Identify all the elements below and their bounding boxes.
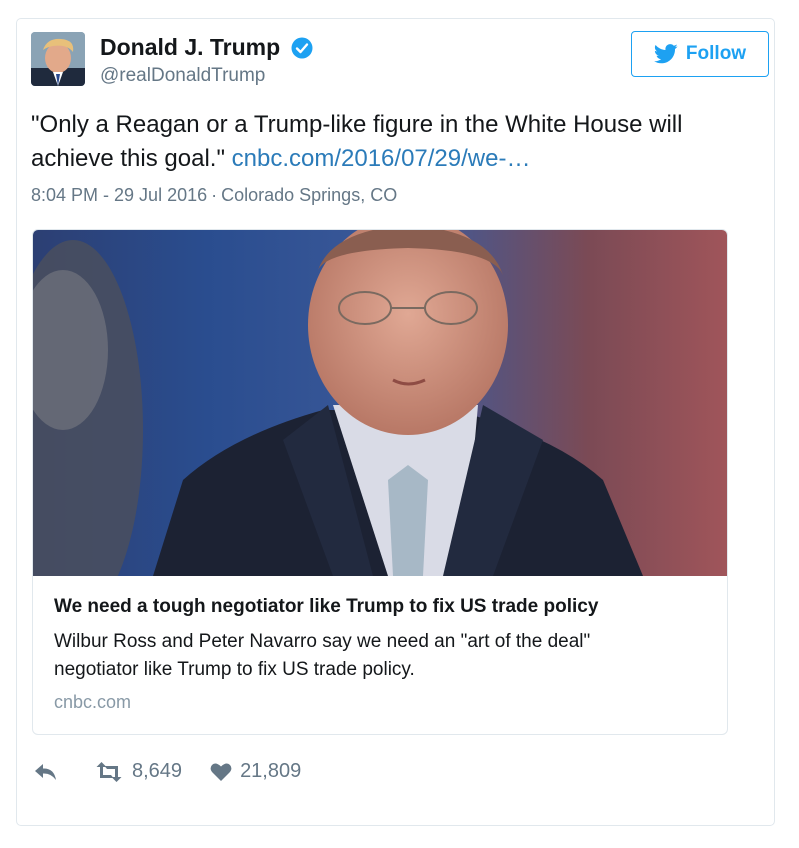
tweet-meta: 8:04 PM - 29 Jul 2016 · Colorado Springs, … <box>31 185 397 206</box>
card-domain: cnbc.com <box>54 692 132 712</box>
retweet-button[interactable]: 8,649 <box>94 760 182 783</box>
author-handle[interactable]: @realDonaldTrump <box>100 65 313 87</box>
heart-icon <box>210 763 232 781</box>
author-block: Donald J. Trump @realDonaldTrump <box>100 34 313 87</box>
tweet-timestamp[interactable]: 8:04 PM - 29 Jul 2016 <box>31 185 207 205</box>
card-image[interactable] <box>33 230 727 576</box>
like-button[interactable]: 21,809 <box>210 760 301 783</box>
card-description: Wilbur Ross and Peter Navarro say we nee… <box>54 628 714 684</box>
author-name[interactable]: Donald J. Trump <box>100 34 280 61</box>
tweet-location[interactable]: Colorado Springs, CO <box>221 185 397 205</box>
follow-label: Follow <box>685 43 747 64</box>
tweet-link[interactable]: cnbc.com/2016/07/29/we-… <box>232 145 531 172</box>
card-body: We need a tough negotiator like Trump to… <box>54 596 714 713</box>
avatar[interactable] <box>31 32 85 86</box>
reply-button[interactable] <box>34 762 66 782</box>
card-description-line1: Wilbur Ross and Peter Navarro say we nee… <box>54 631 591 652</box>
verified-badge-icon <box>291 37 313 59</box>
tweet-text-line1: "Only a Reagan or a Trump-like figure in… <box>31 111 683 138</box>
card-description-line2: negotiator like Trump to fix US trade po… <box>54 659 415 680</box>
reply-icon <box>35 763 56 780</box>
meta-separator: · <box>211 185 218 205</box>
twitter-bird-icon <box>653 44 678 64</box>
tweet-text: "Only a Reagan or a Trump-like figure in… <box>31 108 731 176</box>
card-title[interactable]: We need a tough negotiator like Trump to… <box>54 596 714 618</box>
tweet-text-line2: achieve this goal." <box>31 145 225 172</box>
avatar-image <box>31 32 85 86</box>
link-preview-card[interactable]: We need a tough negotiator like Trump to… <box>32 229 728 735</box>
follow-button[interactable]: Follow <box>631 31 769 77</box>
retweet-count: 8,649 <box>132 760 183 782</box>
retweet-icon <box>96 761 122 782</box>
tweet-actions: 8,649 21,809 <box>34 760 329 783</box>
like-count: 21,809 <box>240 760 302 782</box>
